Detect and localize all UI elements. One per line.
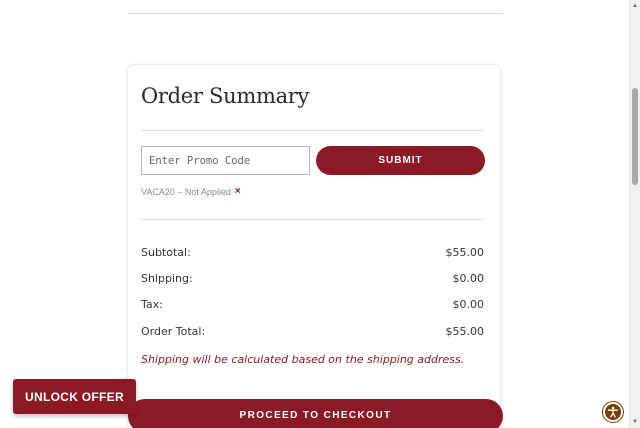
order-summary-card: Order Summary SUBMIT VACA20 – Not Applie…	[127, 64, 501, 428]
scrollbar-thumb[interactable]	[632, 88, 638, 185]
subtotal-row: Subtotal: $55.00	[141, 246, 484, 259]
order-total-value: $55.00	[445, 325, 485, 338]
proceed-to-checkout-button[interactable]: PROCEED TO CHECKOUT	[128, 399, 503, 428]
close-icon[interactable]: ×	[235, 187, 241, 197]
promo-code-input[interactable]	[141, 146, 310, 175]
page: Order Summary SUBMIT VACA20 – Not Applie…	[0, 0, 640, 428]
scroll-up-arrow-icon[interactable]: ▲	[631, 2, 639, 10]
accessibility-icon	[607, 406, 619, 418]
unlock-offer-button[interactable]: UNLOCK OFFER	[13, 379, 136, 414]
promo-status-text: VACA20 – Not Applied	[141, 187, 231, 197]
tax-label: Tax:	[141, 298, 163, 311]
shipping-label: Shipping:	[141, 272, 193, 285]
tax-row: Tax: $0.00	[141, 298, 484, 311]
order-summary-title: Order Summary	[141, 84, 310, 108]
order-total-row: Order Total: $55.00	[141, 325, 484, 338]
shipping-value: $0.00	[452, 272, 485, 285]
scrollbar[interactable]	[629, 0, 640, 428]
shipping-row: Shipping: $0.00	[141, 272, 484, 285]
promo-divider	[141, 219, 484, 220]
title-divider	[141, 130, 484, 131]
scroll-down-arrow-icon[interactable]: ▼	[631, 418, 639, 426]
promo-status: VACA20 – Not Applied ×	[141, 187, 241, 198]
tax-value: $0.00	[452, 298, 485, 311]
shipping-note: Shipping will be calculated based on the…	[141, 353, 465, 366]
subtotal-label: Subtotal:	[141, 246, 191, 259]
promo-submit-button[interactable]: SUBMIT	[316, 146, 485, 175]
section-divider	[128, 13, 503, 14]
accessibility-button[interactable]	[603, 402, 623, 422]
subtotal-value: $55.00	[445, 246, 485, 259]
order-total-label: Order Total:	[141, 325, 206, 338]
